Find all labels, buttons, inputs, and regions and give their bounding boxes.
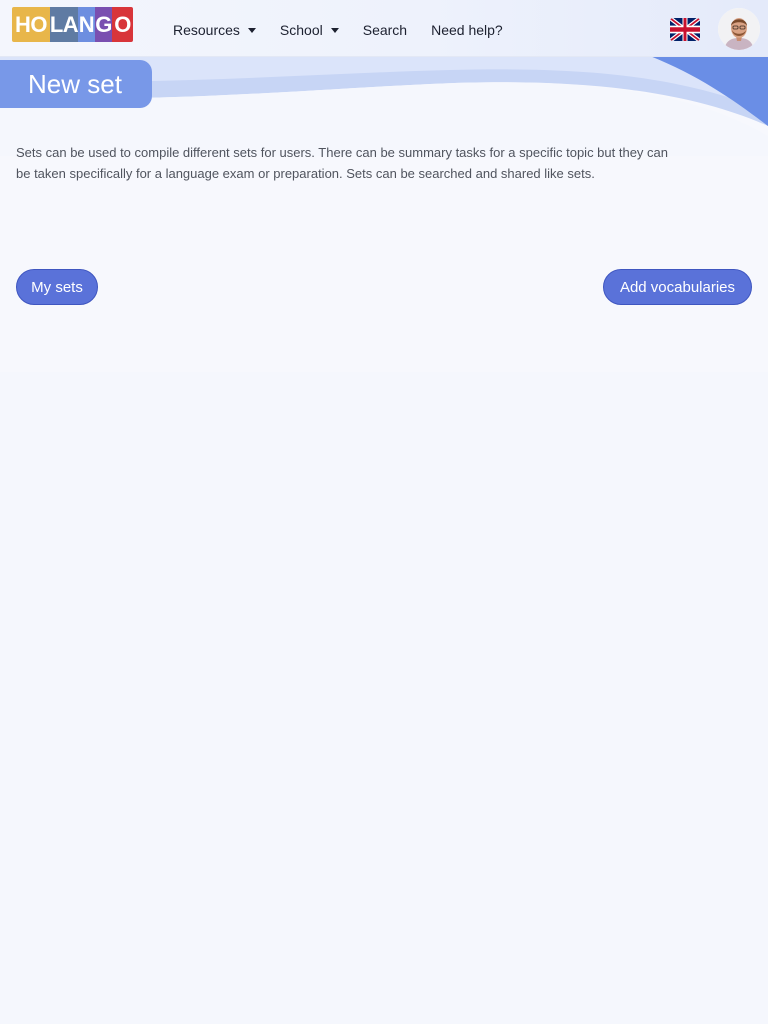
logo-letters-4: G xyxy=(95,7,112,42)
nav-menu: Resources School Search Need help? xyxy=(173,22,527,38)
user-avatar[interactable] xyxy=(718,8,760,50)
nav-item-need-help[interactable]: Need help? xyxy=(431,22,503,38)
top-navbar: HO LA N G O Resources School Search Need… xyxy=(0,0,768,57)
nav-item-search[interactable]: Search xyxy=(363,22,407,38)
caret-down-icon xyxy=(330,28,339,33)
nav-item-label: Need help? xyxy=(431,22,503,38)
my-sets-button[interactable]: My sets xyxy=(16,269,98,305)
uk-flag-icon[interactable] xyxy=(670,18,700,41)
page-title: New set xyxy=(28,68,122,99)
logo-letters-2: LA xyxy=(50,7,79,42)
nav-item-label: Search xyxy=(362,22,408,38)
logo-letters-3: N xyxy=(78,7,95,42)
logo-letters-5: O xyxy=(112,7,133,42)
logo-letters-1: HO xyxy=(12,7,50,42)
page: HO LA N G O Resources School Search Need… xyxy=(0,0,768,1024)
page-title-badge: New set xyxy=(0,60,152,108)
add-vocabularies-button[interactable]: Add vocabularies xyxy=(603,269,752,305)
holango-logo[interactable]: HO LA N G O xyxy=(12,7,133,42)
nav-item-resources[interactable]: Resources xyxy=(173,22,256,38)
nav-item-label: School xyxy=(279,22,323,38)
caret-down-icon xyxy=(247,28,256,33)
nav-item-label: Resources xyxy=(173,22,240,38)
page-description: Sets can be used to compile different se… xyxy=(16,145,669,181)
nav-item-school[interactable]: School xyxy=(280,22,339,38)
